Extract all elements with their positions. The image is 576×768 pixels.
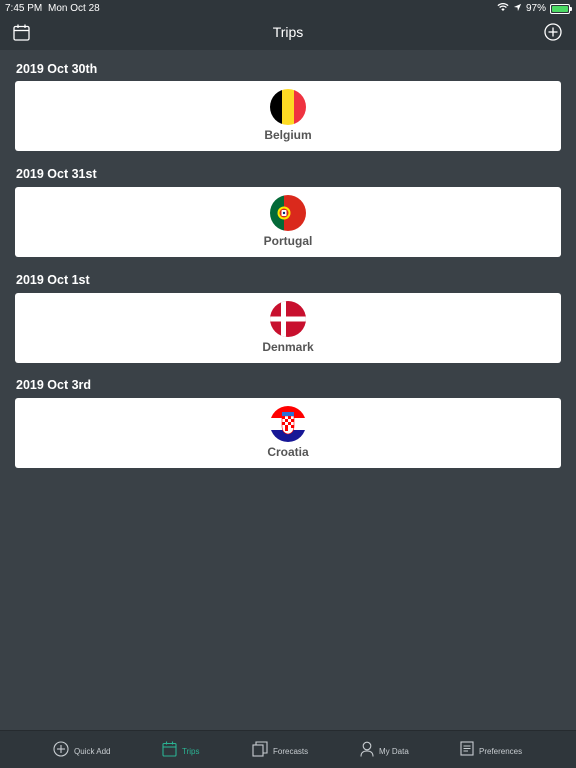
copy-icon [252,741,268,762]
tab-label: Forecasts [273,747,309,756]
tab-my-data[interactable]: My Data [360,741,409,762]
tab-label: Trips [182,747,200,756]
tab-label: Quick Add [74,747,111,756]
tab-preferences[interactable]: Preferences [460,741,522,761]
navigation-bar: Trips [0,16,576,50]
trip-date: 2019 Oct 1st [16,273,90,287]
battery-icon [550,3,572,14]
croatia-flag-icon [270,406,306,442]
tab-label: Preferences [479,746,523,756]
trip-date: 2019 Oct 31st [16,167,97,181]
wifi-icon [497,2,509,15]
tab-forecasts[interactable]: Forecasts [252,741,308,762]
person-icon [360,741,374,762]
add-circle-icon [544,23,562,45]
status-date: Mon Oct 28 [48,3,100,14]
app-root: 7:45 PM Mon Oct 28 97% Trips 2019 Oct 30… [0,0,576,768]
battery-level [552,5,568,12]
country-name: Croatia [267,445,309,459]
page-title: Trips [272,24,304,40]
country-name: Belgium [264,128,312,142]
portugal-flag-icon [270,195,306,231]
battery-percent: 97% [525,3,546,14]
tab-trips[interactable]: Trips [162,741,199,762]
belgium-flag-icon [270,89,306,125]
trip-card-croatia[interactable]: Croatia [15,398,561,468]
plus-circle-icon [53,741,69,762]
country-name: Portugal [263,234,313,248]
tab-bar: Quick Add Trips Forecasts My Data Prefer… [0,730,576,768]
add-trip-button[interactable] [544,23,562,46]
status-bar: 7:45 PM Mon Oct 28 97% [0,0,576,16]
trip-date: 2019 Oct 3rd [16,378,92,392]
tab-quick-add[interactable]: Quick Add [53,741,110,762]
trip-card-belgium[interactable]: Belgium [15,81,561,151]
trip-date: 2019 Oct 30th [16,62,98,76]
status-indicators: 97% [497,2,572,15]
denmark-flag-icon [270,301,306,337]
location-arrow-icon [513,3,522,15]
calendar-icon [162,741,177,762]
status-time: 7:45 PM [5,3,43,14]
tab-label: My Data [379,747,409,756]
trip-card-denmark[interactable]: Denmark [15,293,561,363]
document-icon [460,741,474,761]
trip-card-portugal[interactable]: Portugal [15,187,561,257]
country-name: Denmark [262,340,314,354]
